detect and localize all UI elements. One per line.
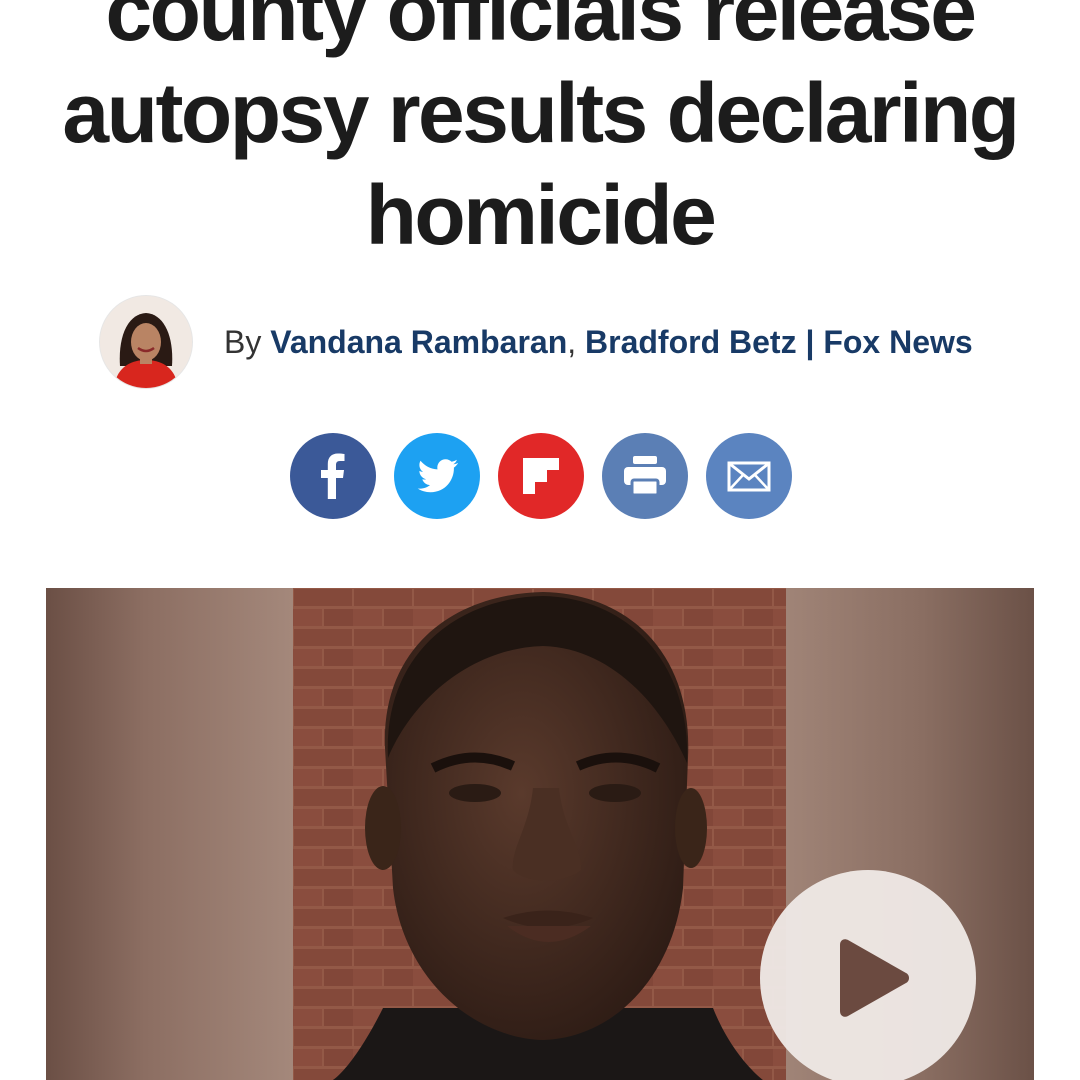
flipboard-icon [523,458,559,494]
headline-line-2: autopsy results declaring [62,66,1020,160]
video-thumbnail [293,588,786,1080]
author-photo [100,296,192,388]
publication-link[interactable]: Fox News [823,324,972,360]
author-link-1[interactable]: Vandana Rambaran [270,324,567,360]
share-buttons [290,433,792,519]
byline-prefix: By [224,323,262,360]
video-play-button[interactable] [760,870,976,1080]
article-headline: county officials release autopsy results… [0,0,1080,266]
email-share-button[interactable] [706,433,792,519]
byline-text: By Vandana Rambaran, Bradford Betz | Fox… [224,324,973,361]
headline-line-3: homicide [365,168,717,262]
headline-line-1: county officials release [105,0,977,58]
byline-separator: , [567,323,577,360]
twitter-share-button[interactable] [394,433,480,519]
twitter-bird-icon [417,459,458,493]
author-link-2[interactable]: Bradford Betz [585,324,797,360]
author-avatar[interactable] [100,296,192,388]
printer-icon [624,456,666,497]
article-video[interactable] [46,588,1034,1080]
play-icon [840,939,909,1017]
byline-row: By Vandana Rambaran, Bradford Betz | Fox… [100,296,973,388]
byline-divider: | [805,323,815,360]
facebook-share-button[interactable] [290,433,376,519]
print-button[interactable] [602,433,688,519]
envelope-icon [727,461,771,492]
facebook-icon [321,453,345,499]
video-blur-left [46,588,293,1080]
flipboard-share-button[interactable] [498,433,584,519]
